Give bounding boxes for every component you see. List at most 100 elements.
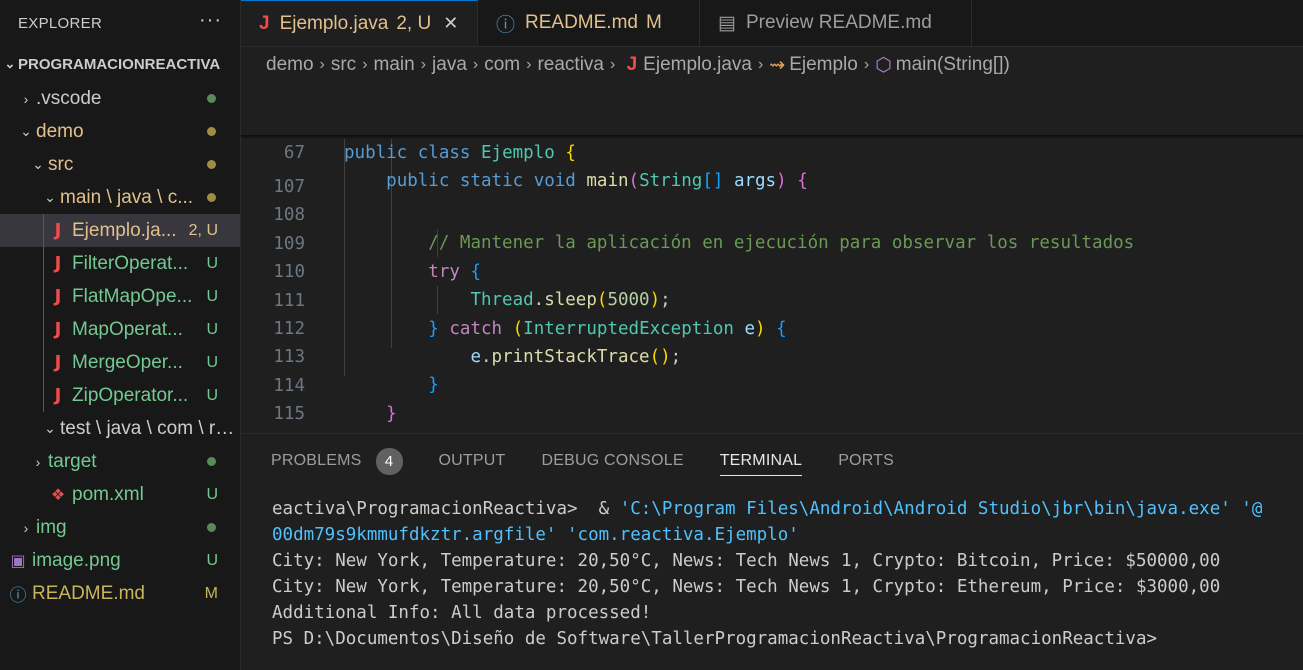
git-status-badge: U bbox=[206, 254, 218, 272]
git-status-badge: U bbox=[206, 287, 218, 305]
java-file-icon: J bbox=[54, 253, 62, 274]
code-line-row: 112 e.printStackTrace(); bbox=[241, 287, 1303, 367]
tree-item-label: FilterOperat... bbox=[72, 252, 189, 274]
git-status-dot-icon bbox=[207, 523, 216, 532]
java-file-icon: J bbox=[54, 286, 62, 307]
code-line-row: 108 // Mantener la aplicación en ejecuci… bbox=[241, 173, 1303, 253]
java-file-icon: J bbox=[54, 220, 62, 241]
breadcrumb-item[interactable]: Ejemplo.java bbox=[643, 54, 752, 76]
tree-item-image-png[interactable]: ▣ image.png U bbox=[0, 544, 240, 577]
explorer-sidebar: EXPLORER ··· ⌄ PROGRAMACIONREACTIVA › .v… bbox=[0, 0, 241, 670]
tree-item-flatmap-operator[interactable]: J FlatMapOpe... U bbox=[0, 280, 240, 313]
tab-badge: M bbox=[645, 12, 662, 33]
tab-readme-md[interactable]: ⓘ README.md M bbox=[478, 0, 700, 46]
breadcrumb-item[interactable]: java bbox=[432, 54, 467, 76]
tab-problems[interactable]: PROBLEMS 4 bbox=[271, 434, 403, 488]
tab-preview-readme[interactable]: ▤ Preview README.md bbox=[700, 0, 972, 46]
tab-label: PROBLEMS bbox=[271, 452, 362, 469]
tree-item-label: test \ java \ com \ re... bbox=[60, 417, 236, 439]
close-icon[interactable]: ✕ bbox=[443, 13, 458, 34]
tree-item-label: FlatMapOpe... bbox=[72, 285, 193, 307]
tab-label: Ejemplo.java bbox=[279, 12, 389, 34]
chevron-right-icon: › bbox=[526, 56, 532, 73]
breadcrumb-item[interactable]: demo bbox=[266, 54, 314, 76]
tree-item-label: .vscode bbox=[36, 87, 102, 109]
java-file-icon: J bbox=[54, 352, 62, 373]
breadcrumb-item[interactable]: src bbox=[331, 54, 356, 76]
tab-terminal[interactable]: TERMINAL bbox=[719, 434, 803, 488]
git-status-badge: U bbox=[206, 551, 218, 569]
code-line-row: 111 } catch (InterruptedException e) { bbox=[241, 259, 1303, 339]
tree-item-main-java[interactable]: ⌄ main \ java \ c... bbox=[0, 181, 240, 214]
tree-item-vscode[interactable]: › .vscode bbox=[0, 82, 240, 115]
tab-label: OUTPUT bbox=[438, 452, 506, 469]
file-tree: › .vscode ⌄ demo ⌄ src ⌄ main \ java \ c… bbox=[0, 82, 240, 610]
tree-item-test-java[interactable]: ⌄ test \ java \ com \ re... bbox=[0, 412, 240, 445]
git-status-dot-icon bbox=[207, 160, 216, 169]
terminal-command-path: 'C:\Program Files\Android\Android Studio… bbox=[619, 499, 1263, 519]
sticky-line: 65 public class Ejemplo { bbox=[241, 83, 1303, 163]
breadcrumb-item[interactable]: Ejemplo bbox=[789, 54, 858, 76]
sticky-scroll-shadow bbox=[241, 135, 1303, 139]
bottom-panel: PROBLEMS 4 OUTPUT DEBUG CONSOLE TERMINAL… bbox=[241, 433, 1303, 670]
code-line-row: 109 try { bbox=[241, 202, 1303, 282]
tree-item-label: demo bbox=[36, 120, 84, 142]
tree-item-target[interactable]: › target bbox=[0, 445, 240, 478]
tree-item-pom-xml[interactable]: ❖ pom.xml U bbox=[0, 478, 240, 511]
chevron-down-icon: ⌄ bbox=[4, 56, 16, 71]
chevron-right-icon: › bbox=[757, 56, 764, 73]
chevron-right-icon: › bbox=[472, 56, 479, 73]
method-symbol-icon: ⬡ bbox=[875, 54, 892, 76]
git-status-badge: 2, U bbox=[188, 221, 218, 239]
tree-item-ejemplo-java[interactable]: J Ejemplo.ja... 2, U bbox=[0, 214, 240, 247]
breadcrumb-item[interactable]: com bbox=[484, 54, 520, 76]
git-status-badge: M bbox=[204, 584, 218, 602]
tree-item-img[interactable]: › img bbox=[0, 511, 240, 544]
chevron-right-icon: › bbox=[319, 56, 325, 73]
indent-guide bbox=[43, 214, 44, 247]
tree-item-filter-operator[interactable]: J FilterOperat... U bbox=[0, 247, 240, 280]
tree-item-label: ZipOperator... bbox=[72, 384, 189, 406]
indent-guide bbox=[43, 313, 44, 346]
maven-file-icon: ❖ bbox=[50, 485, 66, 504]
java-file-icon: J bbox=[259, 12, 270, 34]
terminal-line: 00dm79s9kmmufdkztr.argfile' 'com.reactiv… bbox=[272, 525, 799, 545]
tab-ports[interactable]: PORTS bbox=[838, 434, 894, 488]
java-file-icon: J bbox=[54, 319, 62, 340]
tree-item-zip-operator[interactable]: J ZipOperator... U bbox=[0, 379, 240, 412]
terminal-output[interactable]: eactiva\ProgramacionReactiva> & 'C:\Prog… bbox=[272, 496, 1303, 652]
tree-item-merge-operator[interactable]: J MergeOper... U bbox=[0, 346, 240, 379]
chevron-right-icon: › bbox=[362, 56, 368, 73]
chevron-right-icon: › bbox=[23, 519, 29, 536]
breadcrumb-item[interactable]: main(String[]) bbox=[896, 54, 1010, 76]
tab-debug-console[interactable]: DEBUG CONSOLE bbox=[542, 434, 684, 488]
code-line-row: 113 } bbox=[241, 315, 1303, 395]
tab-label: README.md bbox=[525, 12, 638, 33]
tree-item-label: Ejemplo.ja... bbox=[72, 219, 177, 241]
workspace-root-folder[interactable]: ⌄ PROGRAMACIONREACTIVA bbox=[0, 46, 240, 82]
code-editor[interactable]: 65 public class Ejemplo { 67 public stat… bbox=[241, 83, 1303, 453]
tab-output[interactable]: OUTPUT bbox=[439, 434, 506, 488]
chevron-right-icon: › bbox=[609, 56, 616, 73]
breadcrumb-item[interactable]: main bbox=[374, 54, 415, 76]
code-line-row: 114 } bbox=[241, 344, 1303, 424]
explorer-header: EXPLORER ··· bbox=[0, 0, 240, 46]
terminal-line: Additional Info: All data processed! bbox=[272, 603, 652, 623]
more-actions-icon[interactable]: ··· bbox=[199, 9, 222, 32]
chevron-down-icon: ⌄ bbox=[44, 189, 56, 205]
tree-item-label: MergeOper... bbox=[72, 351, 183, 373]
tree-item-label: img bbox=[36, 516, 67, 538]
problems-count-badge: 4 bbox=[375, 447, 403, 475]
tree-item-label: main \ java \ c... bbox=[60, 186, 194, 208]
indent-guide bbox=[43, 247, 44, 280]
tree-item-label: image.png bbox=[32, 549, 121, 571]
tree-item-map-operator[interactable]: J MapOperat... U bbox=[0, 313, 240, 346]
tree-item-src[interactable]: ⌄ src bbox=[0, 148, 240, 181]
chevron-right-icon: › bbox=[23, 90, 29, 107]
code-line-row: 116 bbox=[241, 401, 1303, 453]
breadcrumb-item[interactable]: reactiva bbox=[537, 54, 604, 76]
tab-label: TERMINAL bbox=[719, 452, 803, 469]
tree-item-readme-md[interactable]: ⓘ README.md M bbox=[0, 577, 240, 610]
tab-ejemplo-java[interactable]: J Ejemplo.java 2, U ✕ bbox=[241, 0, 478, 46]
tree-item-demo[interactable]: ⌄ demo bbox=[0, 115, 240, 148]
